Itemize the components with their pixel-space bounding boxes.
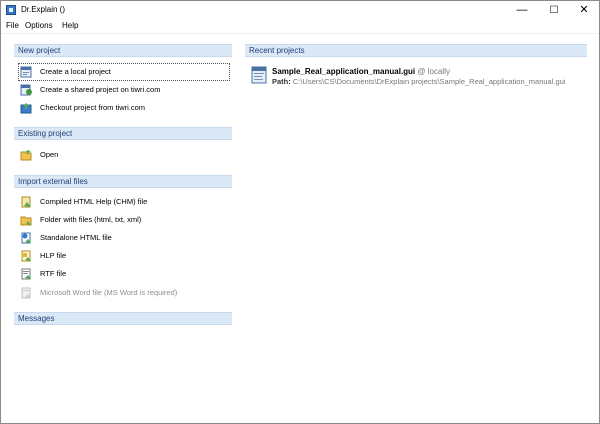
import-hlp-label: HLP file	[40, 251, 67, 260]
recent-project-name[interactable]: Sample_Real_application_manual.gui	[272, 67, 415, 76]
title-bar: Dr.Explain () — ☐ ✕	[1, 1, 599, 20]
rtf-file-icon	[21, 268, 31, 280]
folder-files-icon	[20, 216, 32, 226]
html-file-icon	[21, 232, 31, 244]
checkout-project-link[interactable]: Checkout project from tiwri.com	[20, 100, 228, 116]
checkout-project-icon	[20, 103, 32, 114]
import-chm-label: Compiled HTML Help (CHM) file	[40, 197, 148, 206]
menu-options[interactable]: Options	[25, 21, 53, 30]
import-header: Import external files	[14, 175, 232, 188]
main-window: Dr.Explain () — ☐ ✕ File Options Help Ne…	[0, 0, 600, 424]
new-project-header: New project	[14, 44, 232, 57]
local-project-icon	[20, 66, 32, 78]
recent-project-item[interactable]: Sample_Real_application_manual.gui @ loc…	[272, 67, 450, 76]
chm-file-icon	[21, 196, 31, 208]
menu-bar: File Options Help	[1, 20, 599, 34]
open-project-link[interactable]: Open	[20, 147, 228, 163]
create-shared-project-label: Create a shared project on tiwri.com	[40, 85, 161, 94]
import-chm-link[interactable]: Compiled HTML Help (CHM) file	[20, 194, 228, 210]
create-shared-project-link[interactable]: Create a shared project on tiwri.com	[20, 82, 228, 98]
app-icon	[6, 5, 16, 15]
recent-project-location: @ locally	[417, 67, 450, 76]
open-project-label: Open	[40, 150, 59, 159]
import-hlp-link[interactable]: HLP file	[20, 248, 228, 264]
import-folder-link[interactable]: Folder with files (html, txt, xml)	[20, 212, 228, 228]
recent-project-path-label: Path:	[272, 77, 291, 86]
checkout-project-label: Checkout project from tiwri.com	[40, 103, 146, 112]
recent-projects-header: Recent projects	[245, 44, 587, 57]
create-local-project-link[interactable]: Create a local project	[20, 64, 228, 80]
import-word-label: Microsoft Word file (MS Word is required…	[40, 288, 178, 297]
recent-project-path: C:\Users\CS\Documents\DrExplain projects…	[292, 77, 566, 86]
close-button[interactable]: ✕	[569, 1, 599, 20]
import-rtf-label: RTF file	[40, 269, 67, 278]
import-word-link: Microsoft Word file (MS Word is required…	[20, 285, 228, 301]
messages-header: Messages	[14, 312, 232, 325]
recent-project-path-row: Path: C:\Users\CS\Documents\DrExplain pr…	[272, 77, 565, 86]
menu-file[interactable]: File	[6, 21, 19, 30]
shared-project-icon	[20, 84, 32, 96]
project-file-icon	[251, 66, 267, 84]
minimize-button[interactable]: —	[507, 1, 537, 20]
existing-project-header: Existing project	[14, 127, 232, 140]
import-folder-label: Folder with files (html, txt, xml)	[40, 215, 142, 224]
menu-help[interactable]: Help	[62, 21, 78, 30]
hlp-file-icon	[21, 250, 31, 262]
window-title: Dr.Explain ()	[21, 5, 66, 14]
word-file-icon	[21, 287, 31, 299]
import-html-link[interactable]: Standalone HTML file	[20, 230, 228, 246]
maximize-button[interactable]: ☐	[539, 1, 569, 20]
create-local-project-label: Create a local project	[40, 67, 111, 76]
import-rtf-link[interactable]: RTF file	[20, 266, 228, 282]
open-folder-icon	[20, 150, 32, 161]
import-html-label: Standalone HTML file	[40, 233, 112, 242]
